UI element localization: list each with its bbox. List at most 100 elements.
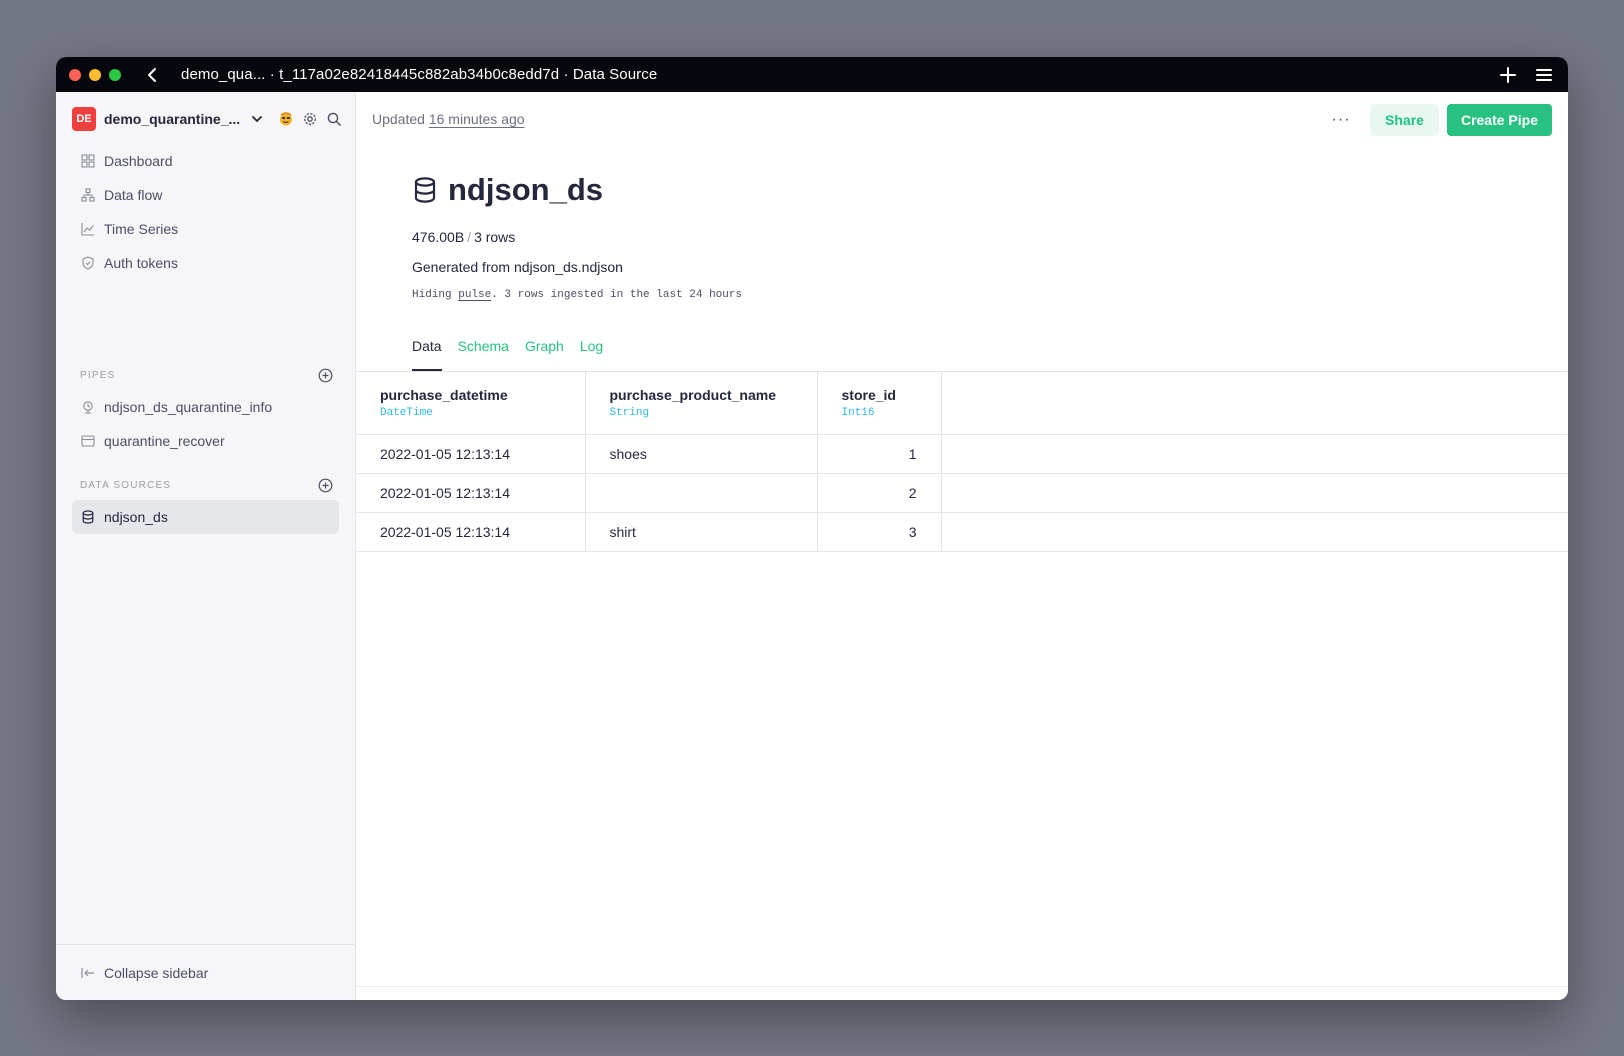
nav-item-time-series[interactable]: Time Series bbox=[72, 212, 339, 246]
column-header[interactable]: purchase_product_name String bbox=[585, 372, 818, 435]
database-icon bbox=[80, 509, 96, 525]
gear-icon[interactable] bbox=[303, 112, 317, 126]
nav-item-data-flow[interactable]: Data flow bbox=[72, 178, 339, 212]
empty-header bbox=[941, 372, 1568, 435]
table-cell[interactable]: 2022-01-05 12:13:14 bbox=[356, 473, 586, 513]
table-cell[interactable]: 3 bbox=[817, 512, 942, 552]
column-name: purchase_product_name bbox=[609, 386, 777, 403]
pulse-link[interactable]: pulse bbox=[458, 289, 491, 301]
datasources-heading: DATA SOURCES bbox=[80, 479, 172, 491]
workspace-switcher[interactable]: DE demo_quarantine_... bbox=[72, 106, 341, 132]
shield-icon bbox=[80, 255, 96, 271]
table-cell[interactable] bbox=[585, 473, 818, 513]
table-cell[interactable]: 2 bbox=[817, 473, 942, 513]
add-pipe-icon[interactable] bbox=[317, 367, 333, 383]
datasources-section-heading: DATA SOURCES bbox=[80, 475, 333, 495]
create-pipe-button[interactable]: Create Pipe bbox=[1446, 104, 1552, 136]
empty-cell bbox=[941, 473, 1568, 513]
table-cell[interactable]: 1 bbox=[817, 434, 942, 474]
column-name: purchase_datetime bbox=[380, 386, 508, 403]
emoji-face-icon[interactable] bbox=[279, 112, 293, 126]
more-options-button[interactable]: ··· bbox=[1324, 104, 1358, 136]
title-bar: demo_qua... · t_117a02e82418445c882ab34b… bbox=[56, 57, 1568, 92]
collapse-left-icon bbox=[80, 965, 96, 981]
close-window-button[interactable] bbox=[69, 68, 81, 81]
tab-graph[interactable]: Graph bbox=[525, 338, 564, 371]
workspace-badge: DE bbox=[72, 107, 96, 131]
datasource-stats: 476.00B/3 rows bbox=[412, 229, 516, 245]
sidebar: DE demo_quarantine_... Dashboard Data fl… bbox=[56, 92, 356, 1000]
nav-item-auth-tokens[interactable]: Auth tokens bbox=[72, 246, 339, 280]
table-header-row: purchase_datetime DateTime purchase_prod… bbox=[356, 372, 1568, 435]
column-header[interactable]: purchase_datetime DateTime bbox=[356, 372, 586, 435]
column-name: store_id bbox=[841, 386, 896, 403]
window-title: demo_qua... · t_117a02e82418445c882ab34b… bbox=[181, 66, 658, 83]
sidebar-item-pipe[interactable]: quarantine_recover bbox=[72, 424, 339, 458]
data-flow-icon bbox=[80, 187, 96, 203]
datasource-title: ndjson_ds bbox=[412, 172, 603, 208]
table-cell[interactable]: 2022-01-05 12:13:14 bbox=[356, 434, 586, 474]
table-cell[interactable]: shirt bbox=[585, 512, 818, 552]
dashboard-icon bbox=[80, 153, 96, 169]
pipes-section-heading: PIPES bbox=[80, 365, 333, 385]
pipe-label: ndjson_ds_quarantine_info bbox=[104, 399, 273, 415]
column-type: String bbox=[609, 406, 650, 419]
datasource-label: ndjson_ds bbox=[104, 509, 168, 525]
database-icon bbox=[412, 175, 438, 205]
table-cell[interactable]: shoes bbox=[585, 434, 818, 474]
table-cell[interactable]: 2022-01-05 12:13:14 bbox=[356, 512, 586, 552]
pipe-label: quarantine_recover bbox=[104, 433, 225, 449]
data-table: purchase_datetime DateTime purchase_prod… bbox=[356, 372, 1568, 552]
table-row: 2022-01-05 12:13:14 shirt 3 bbox=[356, 512, 1568, 552]
datasource-description: Generated from ndjson_ds.ndjson bbox=[412, 259, 623, 275]
pulse-info: Hiding pulse. 3 rows ingested in the las… bbox=[412, 289, 742, 301]
chart-icon bbox=[80, 221, 96, 237]
collapse-sidebar-button[interactable]: Collapse sidebar bbox=[56, 944, 355, 1000]
menu-icon[interactable] bbox=[1534, 65, 1554, 85]
nav-item-dashboard[interactable]: Dashboard bbox=[72, 144, 339, 178]
pulse-prefix: Hiding bbox=[412, 289, 452, 301]
main-nav: Dashboard Data flow Time Series Auth tok… bbox=[72, 144, 339, 280]
table-row: 2022-01-05 12:13:14 2 bbox=[356, 473, 1568, 513]
tab-bar: Data Schema Graph Log bbox=[412, 338, 603, 371]
empty-cell bbox=[941, 434, 1568, 474]
nav-item-label: Time Series bbox=[104, 221, 179, 237]
pipe-icon bbox=[80, 433, 96, 449]
empty-cell bbox=[941, 512, 1568, 552]
column-type: DateTime bbox=[380, 406, 433, 419]
column-type: Int16 bbox=[841, 406, 875, 419]
sidebar-item-pipe[interactable]: ndjson_ds_quarantine_info bbox=[72, 390, 339, 424]
workspace-name[interactable]: demo_quarantine_... bbox=[104, 111, 240, 127]
back-icon[interactable] bbox=[143, 66, 161, 84]
maximize-window-button[interactable] bbox=[109, 68, 121, 81]
updated-info: Updated 16 minutes ago bbox=[372, 111, 525, 127]
pipes-list: ndjson_ds_quarantine_info quarantine_rec… bbox=[72, 390, 339, 458]
pipe-endpoint-icon bbox=[80, 399, 96, 415]
nav-item-label: Dashboard bbox=[104, 153, 173, 169]
tab-log[interactable]: Log bbox=[580, 338, 603, 371]
chevron-down-icon[interactable] bbox=[252, 115, 266, 123]
plus-icon[interactable] bbox=[1498, 65, 1518, 85]
minimize-window-button[interactable] bbox=[89, 68, 101, 81]
sidebar-item-datasource[interactable]: ndjson_ds bbox=[72, 500, 339, 534]
pulse-suffix: . 3 rows ingested in the last 24 hours bbox=[491, 289, 743, 301]
updated-prefix: Updated bbox=[372, 111, 425, 127]
app-window: demo_qua... · t_117a02e82418445c882ab34b… bbox=[56, 57, 1568, 1000]
table-row: 2022-01-05 12:13:14 shoes 1 bbox=[356, 434, 1568, 474]
nav-item-label: Data flow bbox=[104, 187, 163, 203]
datasource-rows: 3 rows bbox=[474, 229, 516, 245]
updated-time-link[interactable]: 16 minutes ago bbox=[429, 111, 525, 127]
divider bbox=[356, 986, 1568, 987]
main-content: Updated 16 minutes ago ··· Share Create … bbox=[356, 92, 1568, 1000]
share-button[interactable]: Share bbox=[1370, 104, 1439, 136]
tab-data[interactable]: Data bbox=[412, 338, 442, 371]
pipes-heading: PIPES bbox=[80, 369, 116, 381]
collapse-label: Collapse sidebar bbox=[104, 964, 209, 981]
nav-item-label: Auth tokens bbox=[104, 255, 178, 271]
search-icon[interactable] bbox=[327, 112, 341, 126]
page-title: ndjson_ds bbox=[448, 172, 604, 207]
column-header[interactable]: store_id Int16 bbox=[817, 372, 942, 435]
add-datasource-icon[interactable] bbox=[317, 477, 333, 493]
datasource-size: 476.00B bbox=[412, 229, 465, 245]
tab-schema[interactable]: Schema bbox=[458, 338, 509, 371]
